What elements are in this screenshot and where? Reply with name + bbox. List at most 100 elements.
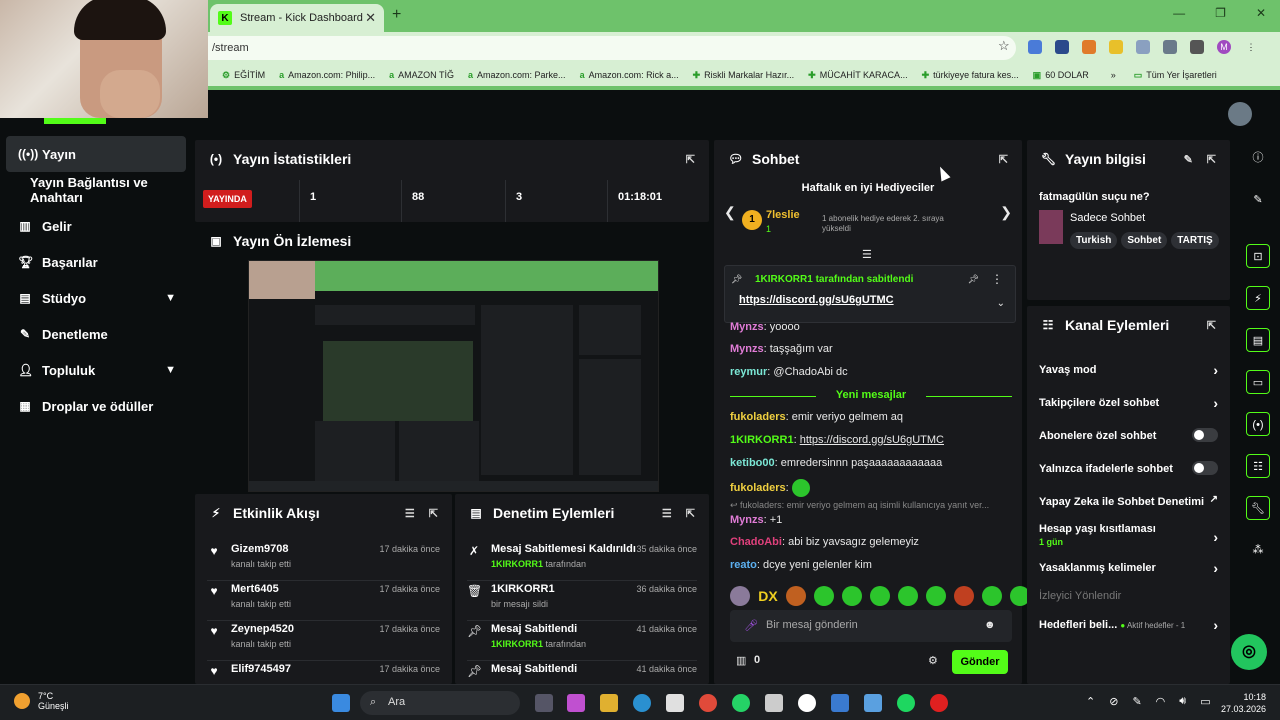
emote-icon[interactable] <box>926 586 946 606</box>
extension-icon[interactable] <box>1163 40 1177 54</box>
support-chat-icon[interactable]: ◎ <box>1231 634 1267 670</box>
bookmark-item[interactable]: ⚙ EĞİTİM <box>222 70 265 81</box>
battery-icon[interactable]: ▭ <box>1200 695 1210 708</box>
bookmark-star-icon[interactable]: ☆ <box>998 38 1010 54</box>
chat-message[interactable]: 1KIRKORR1: https://discord.gg/sU6gUTMC <box>730 434 944 446</box>
chat-message[interactable]: fukoladers: <box>730 479 810 497</box>
sidebar-item-stream[interactable]: ((•)) Yayın <box>6 136 186 172</box>
profile-avatar[interactable]: M <box>1217 40 1231 54</box>
emote-icon[interactable] <box>842 586 862 606</box>
chat-input[interactable]: Bir mesaj gönderin <box>730 610 1012 642</box>
chevron-up-icon[interactable]: ⌃ <box>1086 695 1095 708</box>
sidebar-item-stream-key[interactable]: Yayın Bağlantısı ve Anahtarı <box>6 172 186 208</box>
task-view-icon[interactable] <box>535 694 553 712</box>
new-tab-icon[interactable]: + <box>392 6 401 24</box>
taskbar-search[interactable]: ⌕ Ara <box>360 691 520 715</box>
more-icon[interactable]: ⋮ <box>991 272 1003 286</box>
settings-icon[interactable]: ⚙ <box>928 654 938 667</box>
address-bar[interactable]: /stream <box>208 36 1016 60</box>
emote-icon[interactable] <box>898 586 918 606</box>
unpin-icon[interactable]: 📌︎ <box>968 274 979 285</box>
emote-icon[interactable] <box>954 586 974 606</box>
emote-icon[interactable] <box>982 586 1002 606</box>
filter-icon[interactable]: ☰ <box>405 507 415 520</box>
translate-icon[interactable] <box>1028 40 1042 54</box>
extension-icon[interactable] <box>1055 40 1069 54</box>
popout-icon[interactable]: ⇱ <box>429 507 438 520</box>
toggle-switch[interactable] <box>1192 461 1218 475</box>
extension-icon[interactable] <box>1109 40 1123 54</box>
sliders-icon[interactable]: ☷ <box>1246 454 1270 478</box>
broadcast-icon[interactable]: (•) <box>1246 412 1270 436</box>
info-icon[interactable]: ⓘ <box>1246 146 1270 170</box>
emote-icon[interactable] <box>730 586 750 606</box>
notepad-icon[interactable] <box>864 694 882 712</box>
user-avatar[interactable] <box>1228 102 1252 126</box>
store-icon[interactable] <box>666 694 684 712</box>
minimize-icon[interactable]: — <box>1173 6 1185 20</box>
copilot-icon[interactable] <box>567 694 585 712</box>
filter-icon[interactable]: ☰ <box>662 507 672 520</box>
tag[interactable]: Sohbet <box>1121 232 1168 249</box>
maximize-icon[interactable]: ❐ <box>1215 6 1226 20</box>
bookmark-item[interactable]: ✚ türkiyeye fatura kes... <box>922 70 1019 81</box>
bookmark-item[interactable]: ✚ Riskli Markalar Hazır... <box>693 70 795 81</box>
action-account-age[interactable]: Hesap yaşı kısıtlaması › 1 gün <box>1039 523 1218 547</box>
edge-icon[interactable] <box>633 694 651 712</box>
emoji-icon[interactable]: ☻ <box>984 619 996 631</box>
network-off-icon[interactable]: ⊘ <box>1109 695 1118 708</box>
close-window-icon[interactable]: ✕ <box>1256 6 1266 20</box>
volume-icon[interactable]: 🔊︎ <box>1179 695 1186 708</box>
bookmark-item[interactable]: a Amazon.com: Rick a... <box>580 70 679 80</box>
menu-dots-icon[interactable]: ⋮ <box>1244 40 1258 54</box>
action-followers-only[interactable]: Takipçilere özel sohbet › <box>1039 395 1218 411</box>
chevron-right-icon[interactable]: ❯ <box>1000 204 1012 221</box>
spotify-icon[interactable] <box>897 694 915 712</box>
bookmark-item[interactable]: a AMAZON TİĞ <box>389 70 454 80</box>
sidebar-item-studio[interactable]: ▤ Stüdyo ▼ <box>6 280 186 316</box>
pinned-link[interactable]: https://discord.gg/sU6gUTMC <box>739 294 894 306</box>
bookmarks-more-icon[interactable]: » <box>1111 70 1116 80</box>
tag[interactable]: TARTIŞ <box>1171 232 1219 249</box>
weather-widget[interactable]: 7°C Güneşli <box>14 691 69 711</box>
lightning-icon[interactable]: ⚡︎ <box>1246 286 1270 310</box>
bookmark-item[interactable]: a Amazon.com: Parke... <box>468 70 566 80</box>
action-emotes-only[interactable]: Yalnızca ifadelerle sohbet <box>1039 461 1218 475</box>
sidebar-item-achievements[interactable]: 🏆︎ Başarılar <box>6 244 186 280</box>
emote-icon[interactable]: DX <box>758 586 778 606</box>
action-goals[interactable]: Hedefleri beli... ● Aktif hedefler - 1 › <box>1039 617 1218 633</box>
sidebar-item-moderation[interactable]: ✎ Denetleme <box>6 316 186 352</box>
chat-message[interactable]: Mynzs: yoooo <box>730 321 800 333</box>
gift-box-icon[interactable]: ▥ <box>736 654 746 667</box>
chat-message[interactable]: Mynzs: +1 <box>730 514 782 526</box>
explorer-icon[interactable] <box>600 694 618 712</box>
chevron-down-icon[interactable]: ⌄ <box>997 298 1005 309</box>
apps-icon[interactable]: ⁂ <box>1246 538 1270 562</box>
sidebar-item-revenue[interactable]: ▥ Gelir <box>6 208 186 244</box>
wifi-icon[interactable]: ◠ <box>1156 695 1166 708</box>
windows-start-icon[interactable] <box>332 694 350 712</box>
send-button[interactable]: Gönder <box>952 650 1008 674</box>
emote-icon[interactable] <box>814 586 834 606</box>
action-banned-words[interactable]: Yasaklanmış kelimeler › <box>1039 560 1218 576</box>
emote-icon[interactable] <box>786 586 806 606</box>
system-clock[interactable]: 10:18 27.03.2026 <box>1221 691 1266 715</box>
all-bookmarks[interactable]: ▭ Tüm Yer İşaretleri <box>1134 70 1217 81</box>
bookmark-item[interactable]: ✚ MÜCAHİT KARACA... <box>808 70 907 81</box>
obs-icon[interactable] <box>798 694 816 712</box>
category-name[interactable]: Sadece Sohbet <box>1070 212 1145 224</box>
popout-icon[interactable]: ⇱ <box>1207 153 1216 166</box>
gifter-name[interactable]: 7leslie <box>766 209 800 221</box>
chat-icon[interactable]: ▭ <box>1246 370 1270 394</box>
action-slow-mode[interactable]: Yavaş mod › <box>1039 362 1218 378</box>
popout-icon[interactable]: ⇱ <box>686 153 695 166</box>
toggle-switch[interactable] <box>1192 428 1218 442</box>
chat-message[interactable]: reato: dcye yeni gelenler kim <box>730 559 872 571</box>
pencil-icon[interactable]: ✎ <box>1246 188 1270 212</box>
action-ai-moderation[interactable]: Yapay Zeka ile Sohbet Denetimi ↗ <box>1039 494 1218 508</box>
popout-icon[interactable]: ⇱ <box>999 153 1008 166</box>
sidebar-item-drops[interactable]: ▦ Droplar ve ödüller <box>6 388 186 424</box>
popout-icon[interactable]: ⇱ <box>1207 319 1216 332</box>
tag[interactable]: Turkish <box>1070 232 1118 249</box>
wrench-icon[interactable]: 🔧︎ <box>1246 496 1270 520</box>
